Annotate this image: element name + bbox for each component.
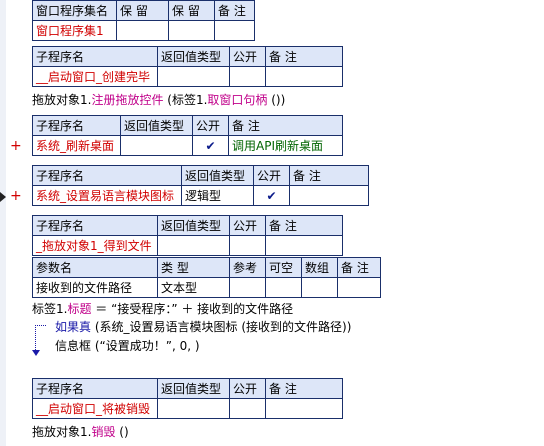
code-line-if-true[interactable]: 如果真 (系统_设置易语言模块图标 (接收到的文件路径)) [55,319,351,335]
public-check-icon[interactable]: ✔ [253,185,290,206]
code-expression: ＝ “接受程序：” ＋ 接收到的文件路径 [91,302,294,316]
header-return-type: 返回值类型 [181,165,254,186]
header-sub-name: 子程序名 [32,115,121,136]
sub-name-cell[interactable]: __启动窗口_将被销毁 [32,398,158,419]
code-method: 注册拖放控件 [91,93,164,107]
header-note: 备 注 [214,0,255,21]
expand-plus-icon[interactable]: + [10,139,22,153]
header-note: 备 注 [265,46,343,67]
header-public: 公开 [253,165,290,186]
expand-plus-icon[interactable]: + [10,189,22,203]
parameter-table: 参数名 类 型 参考 可空 数组 备 注 接收到的文件路径 文本型 [32,257,381,298]
public-cell[interactable] [229,398,266,419]
note-cell[interactable] [265,398,343,419]
header-return-type: 返回值类型 [157,46,230,67]
public-cell[interactable] [229,66,266,87]
code-line-destroy[interactable]: 拖放对象1.销毁 () [32,424,129,440]
header-return-type: 返回值类型 [157,215,230,236]
code-line-messagebox[interactable]: 信息框 (“设置成功！”, 0, ) [55,338,200,354]
code-command: 信息框 [55,339,92,353]
code-object: 拖放对象1. [32,93,92,107]
subroutine-table-refresh-desktop: 子程序名 返回值类型 公开 备 注 系统_刷新桌面 ✔ 调用API刷新桌面 [32,115,343,156]
gutter [0,0,6,446]
public-cell[interactable] [229,235,266,256]
header-reserved-1: 保 留 [116,0,169,21]
header-note: 备 注 [289,165,369,186]
assembly-table: 窗口程序集名 保 留 保 留 备 注 窗口程序集1 [32,0,255,41]
return-type-cell[interactable] [157,398,230,419]
code-condition: (系统_设置易语言模块图标 (接收到的文件路径)) [91,320,352,334]
code-object: 拖放对象1. [32,425,92,439]
code-method: 销毁 [91,425,116,439]
param-array-cell[interactable] [301,277,338,298]
param-note-cell[interactable] [337,277,381,298]
code-object: 标签1. [32,302,68,316]
cursor-arrow-icon [0,192,6,202]
code-line-register-drag[interactable]: 拖放对象1.注册拖放控件 (标签1.取窗口句柄 ()) [32,92,285,108]
param-type-cell[interactable]: 文本型 [157,277,230,298]
header-public: 公开 [192,115,229,136]
return-type-cell[interactable] [157,66,230,87]
header-param-ref: 参考 [229,257,266,278]
header-sub-name: 子程序名 [32,165,182,186]
header-sub-name: 子程序名 [32,215,158,236]
subroutine-table-startup-destroy: 子程序名 返回值类型 公开 备 注 __启动窗口_将被销毁 [32,378,343,419]
code-args-start: (标签1. [163,93,208,107]
sub-name-cell[interactable]: _拖放对象1_得到文件 [32,235,158,256]
note-cell[interactable] [289,185,369,206]
reserved-cell-1[interactable] [116,20,169,41]
note-cell[interactable]: 调用API刷新桌面 [228,135,343,156]
param-ref-cell[interactable] [229,277,266,298]
code-method-2: 取窗口句柄 [207,93,268,107]
header-param-array: 数组 [301,257,338,278]
subroutine-table-set-module-icon: 子程序名 返回值类型 公开 备 注 系统_设置易语言模块图标 逻辑型 ✔ [32,165,369,206]
return-type-cell[interactable]: 逻辑型 [181,185,254,206]
sub-name-cell[interactable]: __启动窗口_创建完毕 [32,66,158,87]
return-type-cell[interactable] [120,135,193,156]
header-reserved-2: 保 留 [168,0,215,21]
subroutine-table-drag-get-file: 子程序名 返回值类型 公开 备 注 _拖放对象1_得到文件 [32,215,343,256]
header-public: 公开 [229,46,266,67]
header-public: 公开 [229,215,266,236]
sub-name-cell[interactable]: 系统_刷新桌面 [32,135,121,156]
header-note: 备 注 [265,215,343,236]
header-assembly-name: 窗口程序集名 [32,0,117,21]
code-property: 标题 [67,302,92,316]
code-args-end: ()) [267,93,286,107]
param-name-cell[interactable]: 接收到的文件路径 [32,277,158,298]
header-note: 备 注 [265,378,343,399]
header-param-name: 参数名 [32,257,158,278]
assembly-note-cell[interactable] [214,20,255,41]
code-args: (“设置成功！”, 0, ) [91,339,200,353]
code-line-set-title[interactable]: 标签1.标题 ＝ “接受程序：” ＋ 接收到的文件路径 [32,301,293,317]
flow-arrow-head-icon [32,350,40,356]
note-cell[interactable] [265,66,343,87]
param-nullable-cell[interactable] [265,277,302,298]
header-return-type: 返回值类型 [120,115,193,136]
reserved-cell-2[interactable] [168,20,215,41]
code-keyword: 如果真 [55,320,92,334]
header-param-nullable: 可空 [265,257,302,278]
header-public: 公开 [229,378,266,399]
subroutine-table-startup-created: 子程序名 返回值类型 公开 备 注 __启动窗口_创建完毕 [32,46,343,87]
code-args: () [115,425,129,439]
header-sub-name: 子程序名 [32,378,158,399]
header-param-note: 备 注 [337,257,381,278]
header-param-type: 类 型 [157,257,230,278]
header-sub-name: 子程序名 [32,46,158,67]
return-type-cell[interactable] [157,235,230,256]
header-note: 备 注 [228,115,343,136]
header-return-type: 返回值类型 [157,378,230,399]
sub-name-cell[interactable]: 系统_设置易语言模块图标 [32,185,182,206]
note-cell[interactable] [265,235,343,256]
public-check-icon[interactable]: ✔ [192,135,229,156]
assembly-name-cell[interactable]: 窗口程序集1 [32,20,117,41]
